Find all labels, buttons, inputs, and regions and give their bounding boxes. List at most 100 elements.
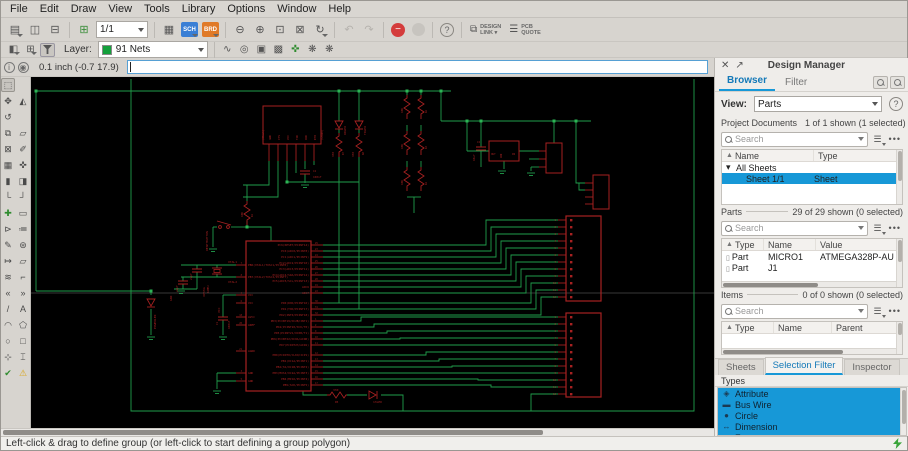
tab-inspector[interactable]: Inspector <box>844 359 900 375</box>
rotate-tool[interactable]: ↺ <box>1 110 15 124</box>
scrollbar-thumb[interactable] <box>3 430 543 435</box>
menu-edit[interactable]: Edit <box>34 2 65 16</box>
gateswap-tool[interactable]: ◨ <box>16 174 30 188</box>
parts-menu-button[interactable]: ••• <box>887 223 903 233</box>
rect-tool[interactable]: □ <box>16 334 30 348</box>
stop-icon[interactable]: − <box>389 21 407 39</box>
wire-bend-icon[interactable]: ∿ <box>220 43 235 57</box>
type-row-bus-wire[interactable]: ▬ Bus Wire <box>718 399 906 410</box>
sheet-selector[interactable]: 1/1 <box>96 21 148 38</box>
menu-tools[interactable]: Tools <box>138 2 176 16</box>
info-icon[interactable]: i <box>3 61 15 73</box>
items-menu-button[interactable]: ••• <box>887 306 903 316</box>
zoom-out-icon[interactable]: ⊖ <box>231 21 249 39</box>
col-value[interactable]: Value <box>816 239 902 250</box>
simulate-icon[interactable]: ▦ <box>160 21 178 39</box>
sheet-row[interactable]: Sheet 1/1 Sheet <box>722 173 902 184</box>
type-row-dimension[interactable]: ↔ Dimension <box>718 421 906 432</box>
save-icon[interactable]: ◫ <box>26 21 44 39</box>
menu-help[interactable]: Help <box>322 2 357 16</box>
drc-icon[interactable]: ▩ <box>271 43 286 57</box>
type-row-circle[interactable]: ● Circle <box>718 410 906 421</box>
invoke-tool[interactable]: ↦ <box>1 254 15 268</box>
arc-tool[interactable]: ◠ <box>1 318 15 332</box>
col-type[interactable]: Type <box>814 150 902 161</box>
layer-settings-icon[interactable]: ◧ <box>6 43 21 57</box>
help-icon[interactable]: ? <box>438 21 456 39</box>
grid-icon[interactable]: ⊞ <box>23 43 38 57</box>
part-row[interactable]: ▯ Part J1 <box>722 262 902 273</box>
polygon-tool[interactable]: ▱ <box>16 254 30 268</box>
tab-filter[interactable]: Filter <box>777 75 815 91</box>
popout-icon[interactable]: ↗ <box>735 60 743 71</box>
parts-vscrollbar[interactable] <box>896 239 902 287</box>
print-icon[interactable]: ⊟ <box>46 21 64 39</box>
miter-tool[interactable]: └ <box>1 190 15 204</box>
zoom-in-icon[interactable]: ⊕ <box>251 21 269 39</box>
design-link-button[interactable]: ⧉ DESIGN LINK ▾ <box>470 24 501 36</box>
col-name[interactable]: Name <box>764 239 816 250</box>
smash-tool[interactable]: ✎ <box>1 238 15 252</box>
polygon2-tool[interactable]: ⬠ <box>16 318 30 332</box>
col-name[interactable]: Name <box>774 322 832 333</box>
col-parent[interactable]: Parent <box>832 322 902 333</box>
menu-window[interactable]: Window <box>271 2 322 16</box>
type-row-frame[interactable]: □ Frame <box>718 432 906 435</box>
value-tool[interactable]: ≔ <box>16 222 30 236</box>
documents-list-options-button[interactable]: ☰ <box>871 134 886 146</box>
col-type[interactable]: ▲ Type <box>722 322 774 333</box>
zoom-to-selected-button[interactable] <box>873 76 888 89</box>
col-type[interactable]: ▲ Type <box>722 239 764 250</box>
types-vscrollbar[interactable] <box>900 388 906 435</box>
pinswap-tool[interactable]: ✜ <box>16 158 30 172</box>
attribute-tool[interactable]: ⊛ <box>16 238 30 252</box>
ratsnest-icon[interactable]: ▣ <box>254 43 269 57</box>
brightness-icon[interactable]: ❋ <box>305 43 320 57</box>
zoom-redraw-icon[interactable]: ↻ <box>311 21 329 39</box>
sheet-icon[interactable]: ⊞ <box>75 21 93 39</box>
tab-browser[interactable]: Browser <box>719 73 776 91</box>
items-vscrollbar[interactable] <box>896 322 902 354</box>
mark2-tool[interactable]: ⌶ <box>16 350 30 364</box>
move-tool[interactable]: ✥ <box>1 94 15 108</box>
mirror-tool[interactable]: ◭ <box>16 94 30 108</box>
copy-tool[interactable]: ⧉ <box>1 126 15 140</box>
open-icon[interactable]: ▤ <box>6 21 24 39</box>
paste-tool[interactable]: ▱ <box>16 126 30 140</box>
type-row-attribute[interactable]: ◈ Attribute <box>718 388 906 399</box>
add-part-tool[interactable]: ✚ <box>1 206 15 220</box>
label-tool[interactable]: ▭ <box>16 206 30 220</box>
menu-draw[interactable]: Draw <box>65 2 103 16</box>
tab-selection-filter[interactable]: Selection Filter <box>764 357 844 375</box>
tree-root-row[interactable]: ▾ All Sheets <box>722 162 902 173</box>
tab-sheets[interactable]: Sheets <box>718 359 764 375</box>
zoom-fit-icon[interactable]: ⊡ <box>271 21 289 39</box>
items-list-options-button[interactable]: ☰ <box>871 306 886 318</box>
part-row[interactable]: ▯ Part MICRO1 ATMEGA328P-AU <box>722 251 902 262</box>
filter-icon[interactable] <box>40 42 55 57</box>
menu-file[interactable]: File <box>4 2 34 16</box>
parts-hscrollbar[interactable] <box>722 281 896 287</box>
circle-tool[interactable]: ○ <box>1 334 15 348</box>
net-tool[interactable]: ⌐ <box>16 270 30 284</box>
erc-tool[interactable]: ✔ <box>1 366 15 380</box>
array-tool[interactable]: ▦ <box>1 158 15 172</box>
parts-list-options-button[interactable]: ☰ <box>871 223 886 235</box>
menu-view[interactable]: View <box>102 2 138 16</box>
text-tool[interactable]: A <box>16 302 30 316</box>
change-tool[interactable]: ✐ <box>16 142 30 156</box>
zoom-select-icon[interactable]: ⊠ <box>291 21 309 39</box>
replace-tool[interactable]: ▮ <box>1 174 15 188</box>
command-input[interactable] <box>126 60 708 74</box>
pcb-quote-button[interactable]: ☰ PCB QUOTE <box>509 24 541 36</box>
documents-menu-button[interactable]: ••• <box>887 134 903 144</box>
view-select[interactable]: Parts <box>753 96 882 112</box>
line-tool[interactable]: / <box>1 302 15 316</box>
add-net-icon[interactable]: ✜ <box>288 43 303 57</box>
layer-selector[interactable]: 91 Nets <box>97 41 208 58</box>
board-editor-icon[interactable]: BRD <box>201 21 220 39</box>
contrast-icon[interactable]: ❋ <box>322 43 337 57</box>
items-search-input[interactable]: Search <box>721 303 869 319</box>
canvas-horizontal-scrollbar[interactable] <box>1 428 714 436</box>
col-name[interactable]: ▲ Name <box>722 150 814 161</box>
